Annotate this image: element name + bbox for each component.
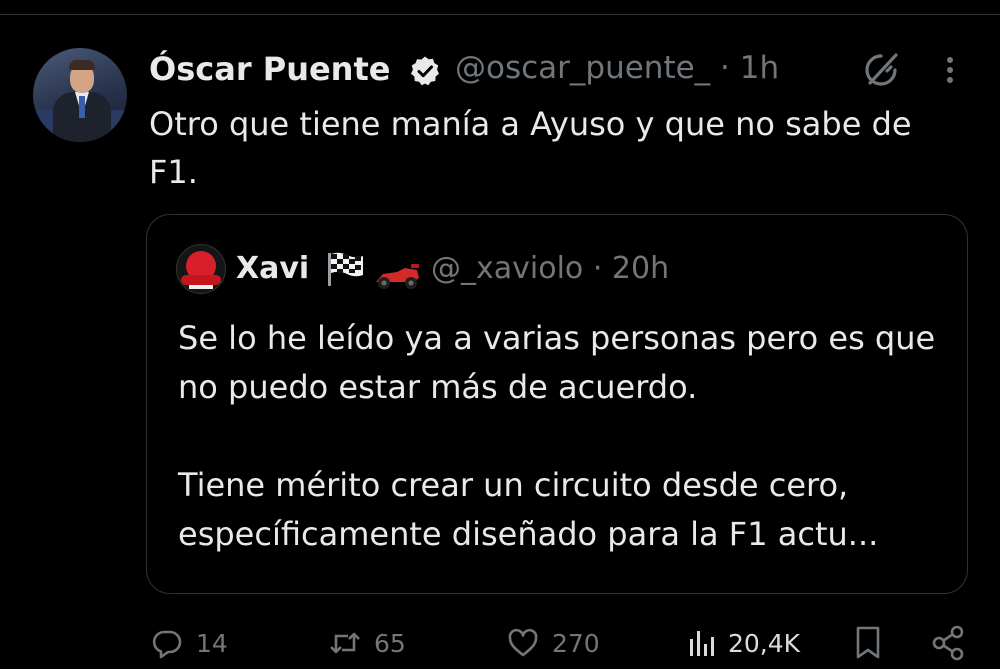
heart-icon xyxy=(508,628,538,657)
tweet-text: Otro que tiene manía a Ayuso y que no sa… xyxy=(149,105,912,191)
more-options-icon[interactable] xyxy=(935,52,965,88)
grok-icon[interactable] xyxy=(860,50,902,90)
quoted-author-handle[interactable]: @_xaviolo xyxy=(431,251,583,286)
quoted-handle-line: @_xaviolo · 20h xyxy=(431,251,669,286)
like-button[interactable]: 270 xyxy=(506,624,600,662)
avatar-tie xyxy=(79,96,85,118)
bookmark-icon[interactable] xyxy=(850,624,886,662)
avatar-hair xyxy=(69,60,95,70)
reply-button[interactable]: 14 xyxy=(150,624,228,662)
quoted-tweet-time[interactable]: 20h xyxy=(612,251,669,286)
quoted-paragraph-1: Se lo he leído ya a varias personas pero… xyxy=(178,319,936,406)
author-avatar[interactable] xyxy=(33,48,127,142)
quoted-avatar-caption xyxy=(189,285,213,289)
quoted-paragraph-2: Tiene mérito crear un circuito desde cer… xyxy=(178,466,879,553)
views-count: 20,4K xyxy=(728,628,801,658)
checkered-flag-icon xyxy=(328,252,363,286)
verified-badge-icon xyxy=(411,56,439,86)
handle-line: @oscar_puente_ · 1h xyxy=(455,50,779,86)
reply-count: 14 xyxy=(196,628,228,658)
quoted-author-name[interactable]: Xavi xyxy=(236,251,309,286)
separator-dot: · xyxy=(720,50,730,86)
retweet-count: 65 xyxy=(374,628,406,658)
author-name[interactable]: Óscar Puente xyxy=(149,50,390,88)
views-chart-icon xyxy=(690,631,714,656)
retweet-icon xyxy=(330,632,360,654)
views-button[interactable]: 20,4K xyxy=(684,624,800,662)
quoted-avatar-car xyxy=(181,275,221,285)
retweet-button[interactable]: 65 xyxy=(328,624,406,662)
share-icon[interactable] xyxy=(930,624,966,662)
author-handle[interactable]: @oscar_puente_ xyxy=(455,50,710,86)
race-car-icon xyxy=(376,264,419,289)
tweet-time[interactable]: 1h xyxy=(740,50,779,86)
quoted-tweet-text: Se lo he leído ya a varias personas pero… xyxy=(178,314,948,559)
reply-icon xyxy=(152,630,182,659)
quoted-author-avatar[interactable] xyxy=(176,244,226,294)
top-divider xyxy=(0,14,1000,15)
quoted-separator-dot: · xyxy=(592,251,603,286)
like-count: 270 xyxy=(552,628,600,658)
